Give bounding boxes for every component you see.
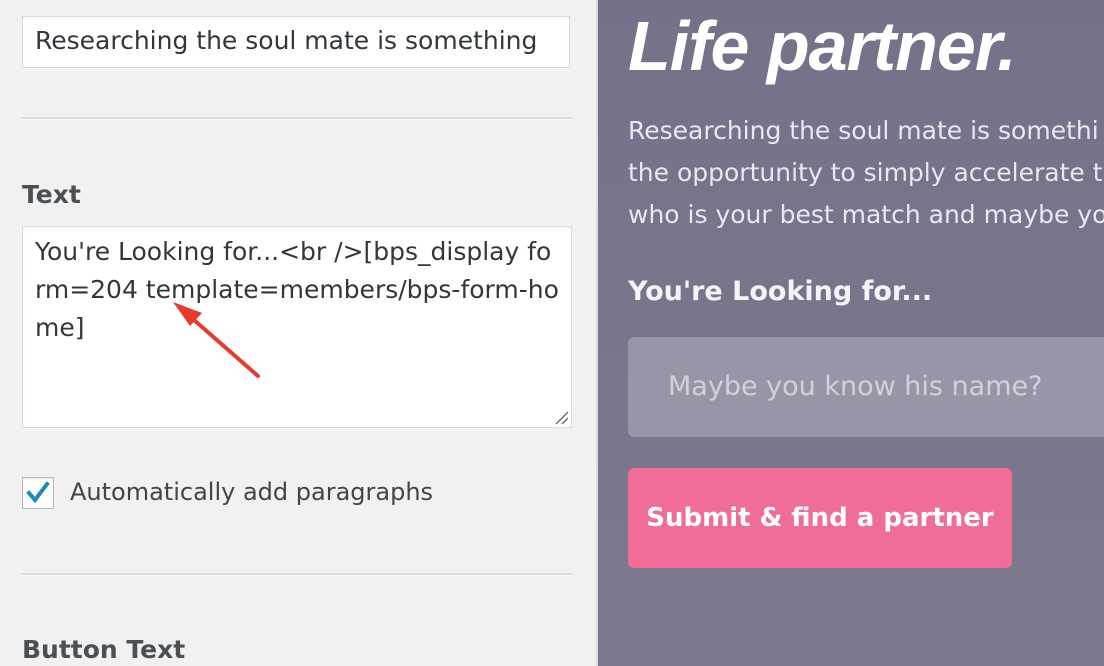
section-divider [22,573,572,576]
text-field-label: Text [22,180,81,209]
text-field-content: You're Looking for...<br />[bps_display … [35,237,559,342]
resize-grip-icon[interactable] [553,409,569,425]
hero-body-line: the opportunity to simply accelerate t [628,158,1103,187]
text-field[interactable]: You're Looking for...<br />[bps_display … [22,226,572,428]
looking-for-label: You're Looking for... [628,276,933,307]
auto-paragraphs-checkbox[interactable] [22,477,54,509]
auto-paragraphs-label[interactable]: Automatically add paragraphs [70,478,433,506]
checkmark-icon [26,481,50,504]
hero-body-line: Researching the soul mate is somethi [628,116,1099,145]
preview-panel: Life partner. Researching the soul mate … [598,0,1104,666]
submit-button[interactable]: Submit & find a partner [628,468,1012,568]
partner-name-input[interactable]: Maybe you know his name? [628,337,1104,437]
title-field[interactable]: Researching the soul mate is something [22,16,570,68]
button-text-label: Button Text [22,635,186,664]
widget-settings-panel: Researching the soul mate is something T… [0,0,596,666]
section-divider [22,117,572,120]
hero-title: Life partner. [628,7,1017,85]
hero-body-line: who is your best match and maybe yo [628,200,1104,229]
